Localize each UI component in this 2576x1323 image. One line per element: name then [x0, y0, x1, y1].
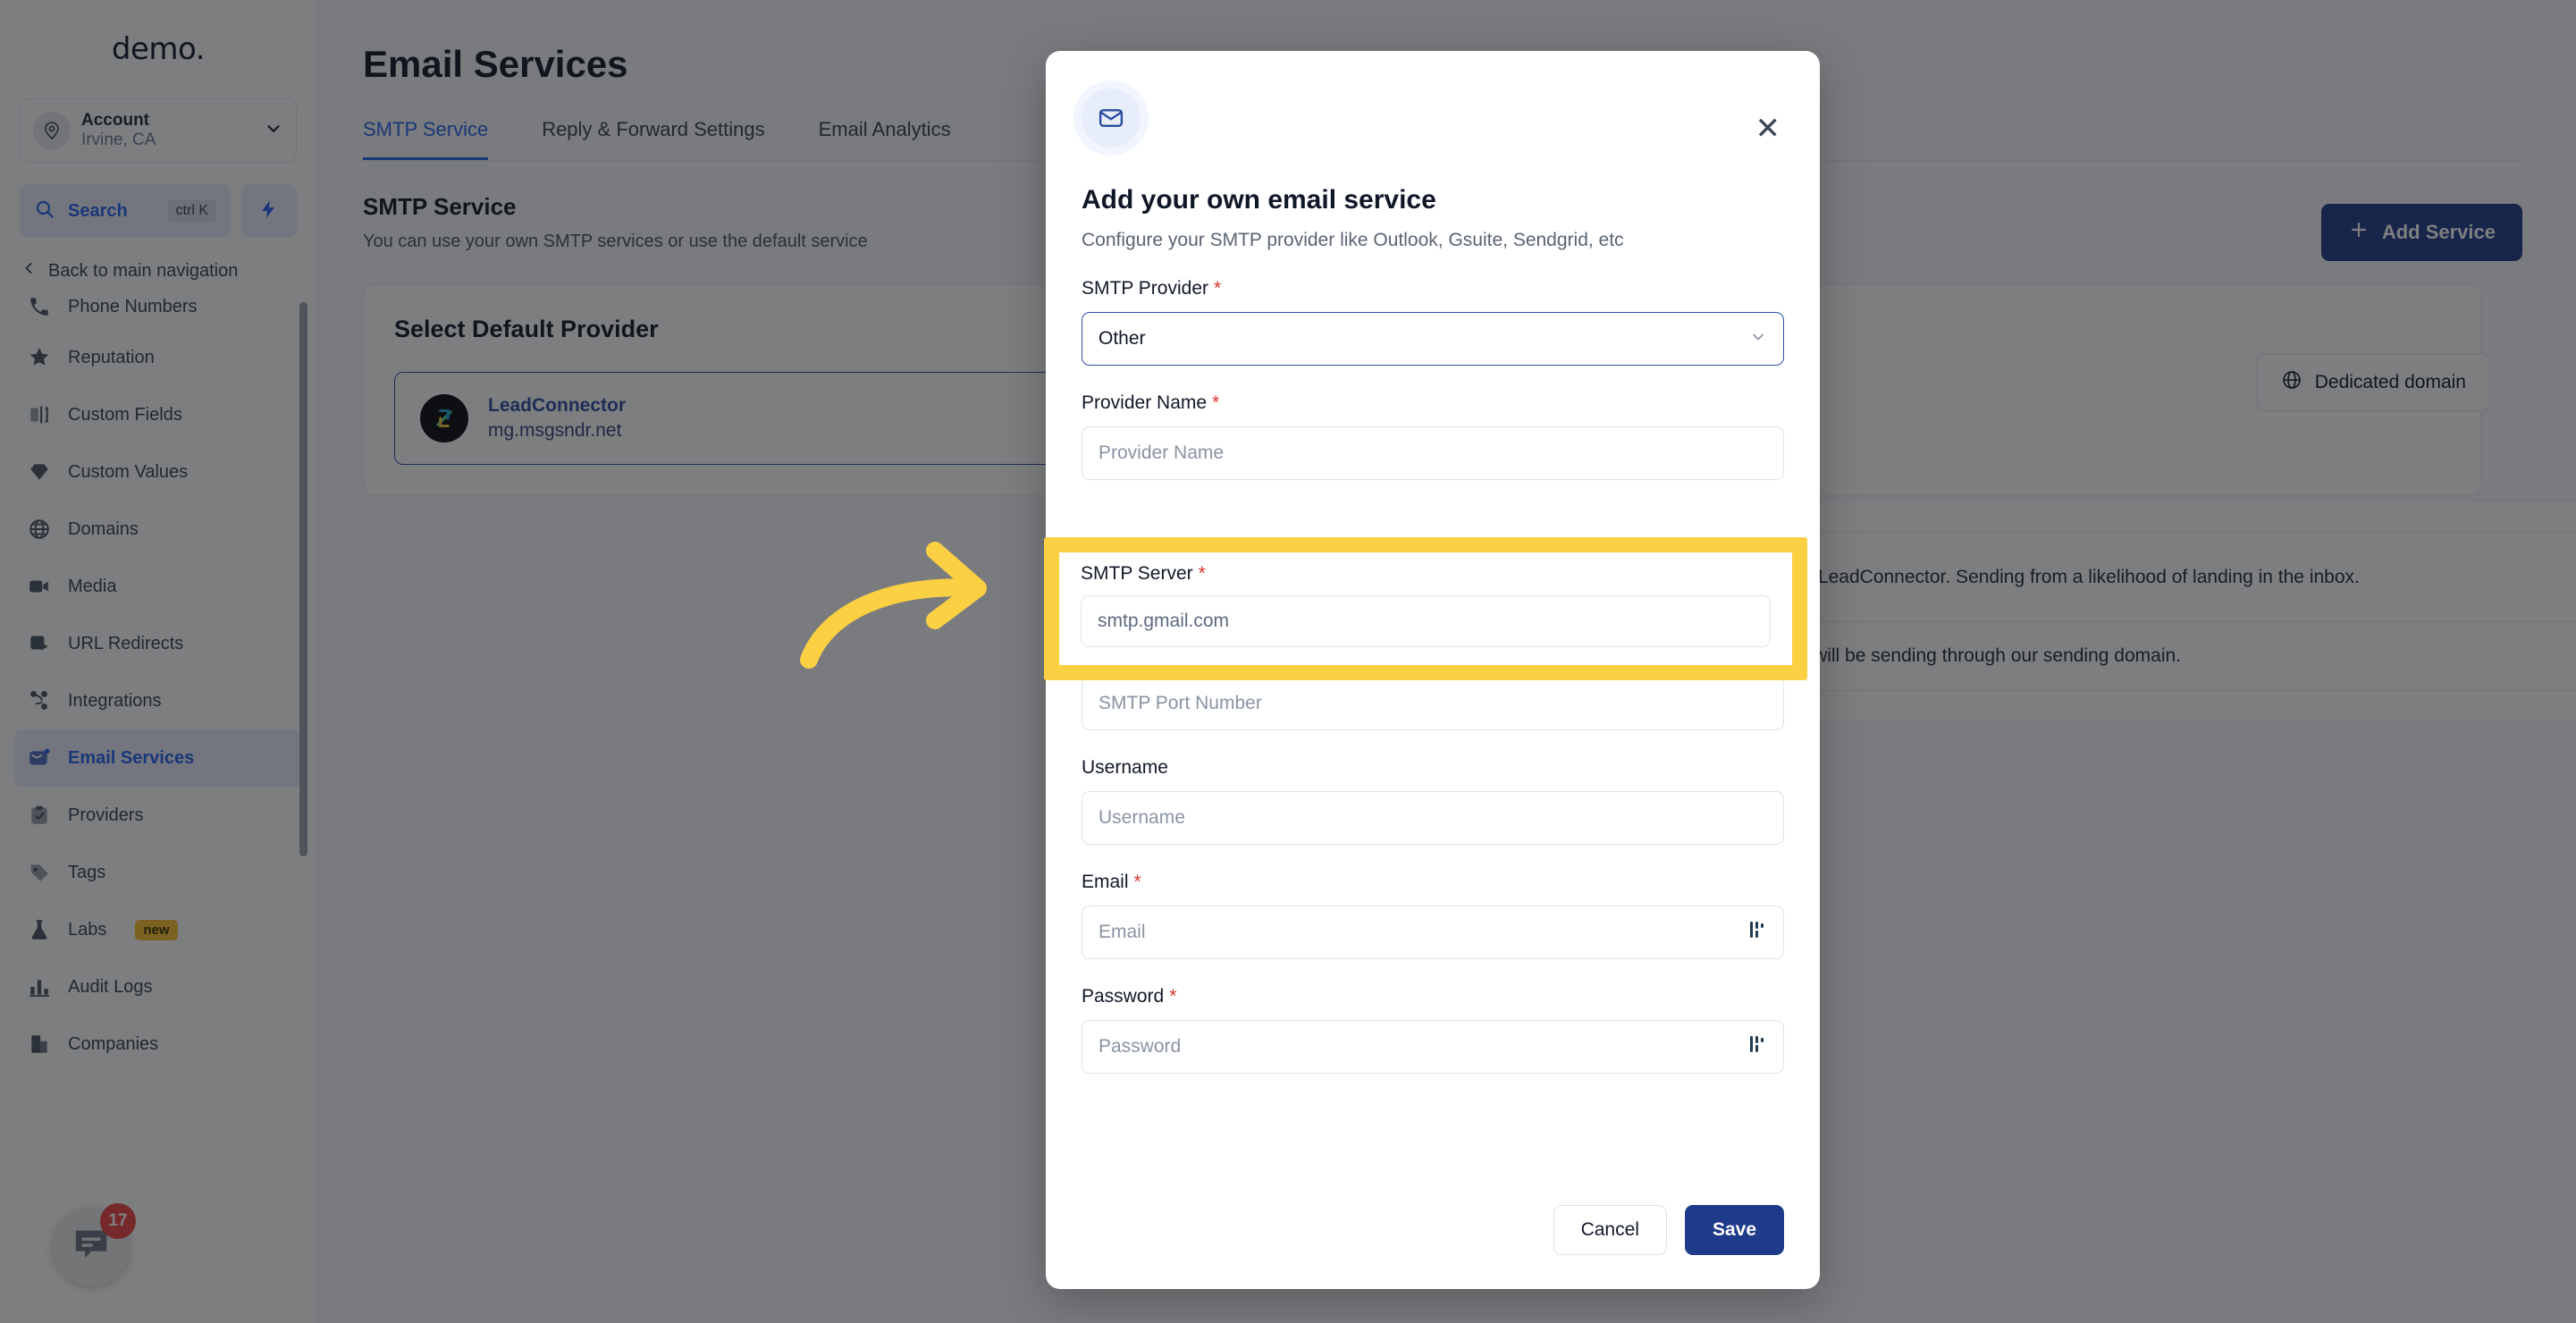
smtp-provider-value: Other [1099, 328, 1146, 349]
field-label: Username [1082, 757, 1784, 779]
smtp-server-highlight: SMTP Server * smtp.gmail.com [1044, 537, 1807, 680]
label-text: SMTP Server [1081, 563, 1193, 584]
required-marker: * [1133, 872, 1141, 892]
field-label: SMTP Server * [1081, 563, 1771, 585]
merge-field-icon[interactable] [1749, 920, 1767, 945]
password-input[interactable]: Password [1082, 1020, 1784, 1074]
username-input[interactable]: Username [1082, 791, 1784, 845]
username-placeholder: Username [1099, 807, 1185, 828]
smtp-server-input[interactable]: smtp.gmail.com [1081, 595, 1771, 647]
provider-name-placeholder: Provider Name [1099, 442, 1225, 463]
email-input[interactable]: Email [1082, 906, 1784, 959]
smtp-provider-select[interactable]: Other [1082, 312, 1784, 366]
required-marker: * [1214, 278, 1222, 299]
field-label: Password * [1082, 986, 1784, 1007]
provider-name-input[interactable]: Provider Name [1082, 426, 1784, 480]
close-icon[interactable]: ✕ [1755, 114, 1781, 144]
smtp-port-number-placeholder: SMTP Port Number [1099, 693, 1262, 713]
required-marker: * [1198, 563, 1206, 584]
modal-title: Add your own email service [1082, 185, 1436, 215]
field-label: Email * [1082, 872, 1784, 893]
curved-arrow-right-icon [787, 527, 1019, 675]
password-placeholder: Password [1099, 1036, 1182, 1057]
modal-footer: Cancel Save [1553, 1205, 1784, 1255]
field-provider-name: Provider Name * Provider Name [1082, 392, 1784, 480]
cancel-button[interactable]: Cancel [1553, 1205, 1667, 1255]
merge-field-icon[interactable] [1749, 1034, 1767, 1059]
required-marker: * [1169, 986, 1177, 1007]
field-username: Username Username [1082, 757, 1784, 845]
smtp-server-placeholder: smtp.gmail.com [1098, 611, 1230, 631]
field-label: SMTP Provider * [1082, 278, 1784, 299]
email-placeholder: Email [1099, 922, 1146, 942]
label-text: Username [1082, 757, 1168, 778]
label-text: SMTP Provider [1082, 278, 1208, 299]
label-text: Email [1082, 872, 1129, 892]
field-email: Email * Email [1082, 872, 1784, 959]
field-password: Password * Password [1082, 986, 1784, 1074]
field-label: Provider Name * [1082, 392, 1784, 414]
chevron-down-icon [1749, 328, 1767, 350]
smtp-port-number-input[interactable]: SMTP Port Number [1082, 677, 1784, 730]
label-text: Provider Name [1082, 392, 1208, 413]
app-root: demo. Account Irvine, CA Search [0, 0, 2576, 1323]
mail-icon [1082, 88, 1141, 147]
field-smtp-provider: SMTP Provider * Other [1082, 278, 1784, 366]
save-button[interactable]: Save [1684, 1205, 1784, 1255]
modal-subtitle: Configure your SMTP provider like Outloo… [1082, 230, 1624, 250]
label-text: Password [1082, 986, 1165, 1007]
required-marker: * [1212, 392, 1220, 413]
